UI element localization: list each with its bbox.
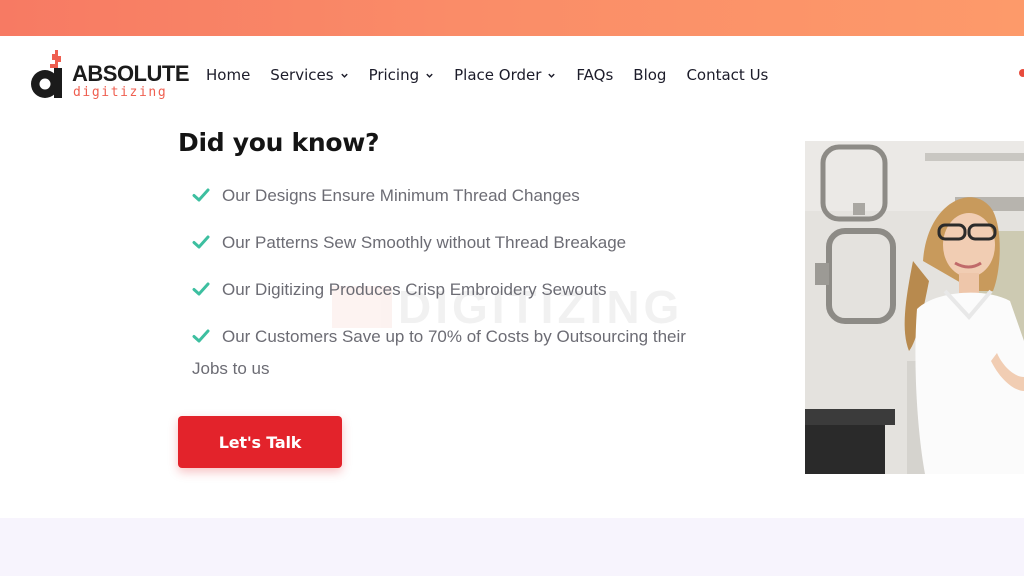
feature-list: Our Designs Ensure Minimum Thread Change… [192,180,722,400]
checkmark-icon [192,329,210,343]
next-section-band [0,518,1024,576]
nav-item-label: Contact Us [686,66,769,84]
site-header: ABSOLUTE digitizing Home Services Pricing P… [0,36,1024,114]
section-heading: Did you know? [178,128,380,157]
checkmark-icon [192,188,210,202]
nav-item-label: Place Order [454,66,542,84]
nav-item-blog[interactable]: Blog [633,66,666,84]
lets-talk-button[interactable]: Let's Talk [178,416,342,468]
brand-name: ABSOLUTE [72,61,190,86]
chevron-down-icon [548,73,556,78]
feature-item: Our Customers Save up to 70% of Costs by… [192,321,722,385]
checkmark-icon [192,235,210,249]
nav-item-faqs[interactable]: FAQs [576,66,613,84]
top-announcement-bar [0,0,1024,36]
nav-item-label: Services [270,66,334,84]
chevron-down-icon [426,73,433,78]
brand-logo[interactable]: ABSOLUTE digitizing [28,48,190,104]
nav-item-pricing[interactable]: Pricing [369,66,435,84]
feature-item: Our Designs Ensure Minimum Thread Change… [192,180,722,212]
nav-item-contact-us[interactable]: Contact Us [686,66,768,84]
feature-text: Our Designs Ensure Minimum Thread Change… [222,186,580,205]
feature-item: Our Digitizing Produces Crisp Embroidery… [192,274,722,306]
feature-text: Our Digitizing Produces Crisp Embroidery… [222,280,607,299]
nav-item-label: FAQs [576,66,614,84]
feature-text: Our Customers Save up to 70% of Costs by… [192,327,686,378]
nav-item-services[interactable]: Services [270,66,348,84]
nav-item-home[interactable]: Home [206,66,250,84]
feature-text: Our Patterns Sew Smoothly without Thread… [222,233,627,252]
nav-item-label: Pricing [368,66,420,84]
main-nav: Home Services Pricing Place Order FAQs Blog Co… [206,64,788,86]
embroidery-worker-photo [805,141,1024,474]
chevron-down-icon [340,73,348,78]
nav-item-label: Blog [633,66,667,84]
logo-mark-icon [31,50,62,98]
header-edge-dot [1019,69,1024,77]
nav-item-label: Home [206,66,251,84]
checkmark-icon [192,282,210,296]
brand-tagline: digitizing [73,85,168,100]
nav-item-place-order[interactable]: Place Order [454,66,556,84]
feature-item: Our Patterns Sew Smoothly without Thread… [192,227,722,259]
